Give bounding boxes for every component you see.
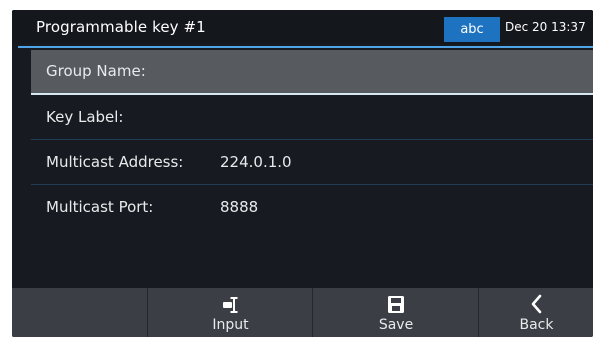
softkey-label: Input xyxy=(212,317,249,333)
title-divider xyxy=(18,46,593,48)
field-label: Key Label: xyxy=(46,108,124,126)
input-mode-badge: abc xyxy=(444,17,500,42)
field-value[interactable]: 224.0.1.0 xyxy=(220,140,292,185)
phone-screen: Programmable key #1 abc Dec 20 13:37 Gro… xyxy=(12,10,593,337)
input-button[interactable]: Input xyxy=(147,288,313,337)
save-icon xyxy=(313,291,479,317)
softkey-bar: Input Save Back xyxy=(12,288,593,337)
chevron-left-icon xyxy=(479,291,593,317)
key-label-field[interactable]: Key Label: xyxy=(31,95,593,140)
group-name-field[interactable]: Group Name: xyxy=(31,50,593,95)
input-cursor-icon xyxy=(148,291,313,317)
page-title: Programmable key #1 xyxy=(36,18,206,36)
softkey-label: Back xyxy=(519,317,554,333)
back-button[interactable]: Back xyxy=(478,288,593,337)
field-label: Group Name: xyxy=(46,62,146,80)
softkey-label: Save xyxy=(378,317,414,333)
field-label: Multicast Address: xyxy=(46,153,184,171)
field-value[interactable]: 8888 xyxy=(220,185,258,230)
multicast-port-field[interactable]: Multicast Port: 8888 xyxy=(31,185,593,230)
save-button[interactable]: Save xyxy=(312,288,479,337)
field-label: Multicast Port: xyxy=(46,198,154,216)
multicast-address-field[interactable]: Multicast Address: 224.0.1.0 xyxy=(31,140,593,185)
title-bar: Programmable key #1 abc Dec 20 13:37 xyxy=(12,10,593,44)
date-time: Dec 20 13:37 xyxy=(505,20,586,34)
softkey-empty xyxy=(12,288,147,337)
